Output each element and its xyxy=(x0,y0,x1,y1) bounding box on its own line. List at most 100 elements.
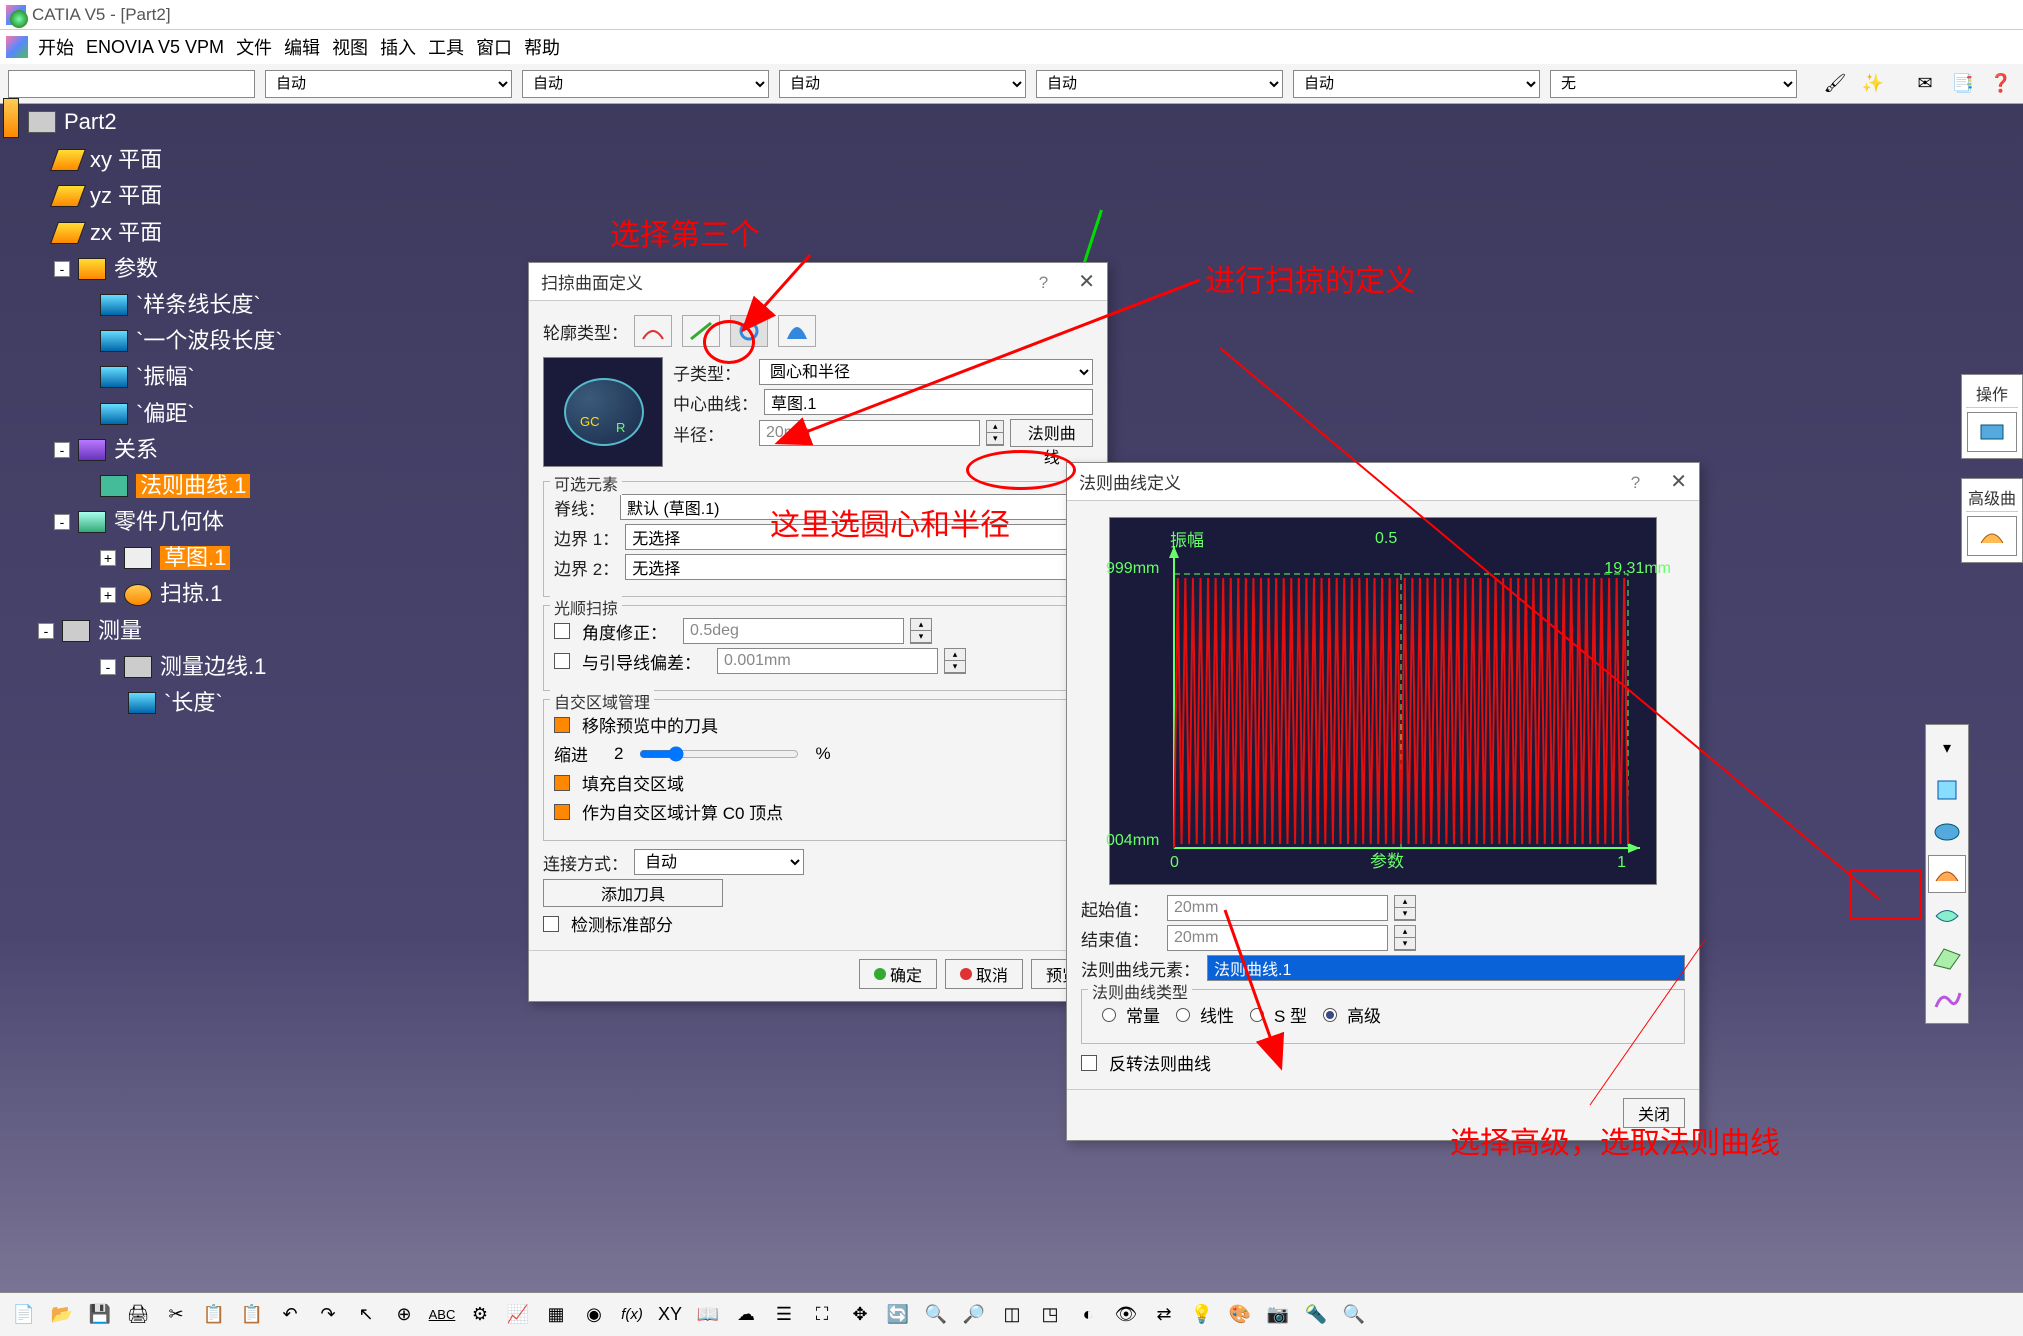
start-input[interactable] xyxy=(1167,895,1388,921)
profile-type-line[interactable] xyxy=(682,315,720,347)
wand-icon[interactable]: ✨ xyxy=(1859,72,1887,96)
tree-xy-plane[interactable]: xy 平面 xyxy=(54,148,283,172)
tree-amp[interactable]: `振幅` xyxy=(100,365,283,389)
toolbar-select-auto1[interactable]: 自动 xyxy=(265,70,512,98)
magnify-icon[interactable]: 🔍 xyxy=(1340,1301,1368,1329)
book-icon[interactable]: 📖 xyxy=(694,1301,722,1329)
blend-icon[interactable] xyxy=(1928,981,1966,1019)
guide-dev-checkbox[interactable] xyxy=(554,653,570,669)
open-icon[interactable]: 📂 xyxy=(48,1301,76,1329)
law-button[interactable]: 法则曲线 xyxy=(1010,419,1093,447)
detect-std-checkbox[interactable] xyxy=(543,916,559,932)
pan-icon[interactable]: ✥ xyxy=(846,1301,874,1329)
toolbar-select-auto3[interactable]: 自动 xyxy=(779,70,1026,98)
toolbar-select-auto4[interactable]: 自动 xyxy=(1036,70,1283,98)
tree-offset[interactable]: `偏距` xyxy=(100,402,283,426)
close-button[interactable]: 关闭 xyxy=(1623,1098,1685,1128)
menu-enovia[interactable]: ENOVIA V5 VPM xyxy=(86,37,224,58)
bound1-input[interactable] xyxy=(625,524,1082,550)
new-icon[interactable]: 📄 xyxy=(10,1301,38,1329)
revolve-icon[interactable] xyxy=(1928,813,1966,851)
spotlight-icon[interactable]: 🔦 xyxy=(1302,1301,1330,1329)
swap-icon[interactable]: ⇄ xyxy=(1150,1301,1178,1329)
sweep-dialog-titlebar[interactable]: 扫掠曲面定义 ?✕ xyxy=(529,263,1107,301)
collapse-icon[interactable]: - xyxy=(100,659,116,675)
dropdown-icon[interactable]: ▾ xyxy=(1928,729,1966,767)
spine-input[interactable] xyxy=(620,494,1082,520)
menu-insert[interactable]: 插入 xyxy=(380,34,416,60)
add-tool-button[interactable]: 添加刀具 xyxy=(543,879,723,907)
shading-icon[interactable]: 🎨 xyxy=(1226,1301,1254,1329)
menu-tools[interactable]: 工具 xyxy=(428,34,464,60)
ops-icon[interactable] xyxy=(1967,412,2017,452)
remove-preview-checkbox[interactable] xyxy=(554,717,570,733)
tree-meas-edge[interactable]: -测量边线.1 xyxy=(100,655,283,679)
cancel-button[interactable]: 取消 xyxy=(945,959,1023,989)
collapse-icon[interactable]: - xyxy=(54,442,70,458)
menu-edit[interactable]: 编辑 xyxy=(284,34,320,60)
expand-icon[interactable]: + xyxy=(100,550,116,566)
angle-corr-checkbox[interactable] xyxy=(554,623,570,639)
help-icon[interactable]: ❓ xyxy=(1987,72,2015,96)
normal-icon[interactable]: ◫ xyxy=(998,1301,1026,1329)
graph-icon[interactable]: 📈 xyxy=(504,1301,532,1329)
compute-c0-checkbox[interactable] xyxy=(554,804,570,820)
tree-root[interactable]: Part2 xyxy=(28,110,283,134)
tree-sketch[interactable]: +草图.1 xyxy=(100,546,283,570)
render-icon[interactable]: ◐ xyxy=(1074,1301,1102,1329)
tree-measure[interactable]: -测量 xyxy=(38,619,283,643)
collapse-icon[interactable]: - xyxy=(54,261,70,277)
menu-help[interactable]: 帮助 xyxy=(524,34,560,60)
law-elem-input[interactable] xyxy=(1207,955,1685,981)
toolbar-select-auto5[interactable]: 自动 xyxy=(1293,70,1540,98)
menu-view[interactable]: 视图 xyxy=(332,34,368,60)
profile-type-explicit[interactable] xyxy=(634,315,672,347)
hide-icon[interactable]: 👁 xyxy=(1112,1301,1140,1329)
select-icon[interactable]: ↖ xyxy=(352,1301,380,1329)
tree-length[interactable]: `长度` xyxy=(128,691,283,715)
print-icon[interactable]: 🖨 xyxy=(124,1301,152,1329)
copy-icon[interactable]: 📋 xyxy=(200,1301,228,1329)
gears-icon[interactable]: ⚙ xyxy=(466,1301,494,1329)
radio-stype[interactable] xyxy=(1250,1008,1264,1022)
fx-icon[interactable]: f(x) xyxy=(618,1301,646,1329)
collapse-icon[interactable]: - xyxy=(38,623,54,639)
fog-icon[interactable]: ☁ xyxy=(732,1301,760,1329)
close-icon[interactable]: ✕ xyxy=(1670,471,1687,493)
tree-spline-len[interactable]: `样条线长度` xyxy=(100,293,283,317)
help-icon[interactable]: ? xyxy=(1039,273,1048,292)
tree-wave-len[interactable]: `一个波段长度` xyxy=(100,329,283,353)
radio-advanced[interactable] xyxy=(1323,1008,1337,1022)
tree-sweep[interactable]: +扫掠.1 xyxy=(100,582,283,606)
xy-icon[interactable]: XY xyxy=(656,1301,684,1329)
menu-start[interactable]: 开始 xyxy=(38,34,74,60)
tree-yz-plane[interactable]: yz 平面 xyxy=(54,184,283,208)
abc-icon[interactable]: ABC xyxy=(428,1301,456,1329)
advcurve-icon[interactable] xyxy=(1967,516,2017,556)
ok-button[interactable]: 确定 xyxy=(859,959,937,989)
profile-type-conic[interactable] xyxy=(778,315,816,347)
radius-input[interactable] xyxy=(759,420,980,446)
center-curve-input[interactable] xyxy=(764,389,1093,415)
zoomin-icon[interactable]: 🔍 xyxy=(922,1301,950,1329)
brush-icon[interactable]: 🖌 xyxy=(1821,72,1849,96)
paste-icon[interactable]: 📋 xyxy=(238,1301,266,1329)
tree-law[interactable]: 法则曲线.1 xyxy=(100,474,283,498)
left-tool-strip[interactable] xyxy=(3,98,19,138)
shrink-slider[interactable] xyxy=(639,746,799,762)
tree-zx-plane[interactable]: zx 平面 xyxy=(54,221,283,245)
cut-icon[interactable]: ✂ xyxy=(162,1301,190,1329)
radio-const[interactable] xyxy=(1102,1008,1116,1022)
list-icon[interactable]: ☰ xyxy=(770,1301,798,1329)
extrude-icon[interactable] xyxy=(1928,771,1966,809)
redo-icon[interactable]: ↷ xyxy=(314,1301,342,1329)
zoomout-icon[interactable]: 🔎 xyxy=(960,1301,988,1329)
undo-icon[interactable]: ↶ xyxy=(276,1301,304,1329)
guide-spinner[interactable]: ▴▾ xyxy=(944,648,966,674)
layers-icon[interactable]: 📑 xyxy=(1949,72,1977,96)
tree-relations[interactable]: -关系 xyxy=(54,438,283,462)
connect-select[interactable]: 自动 xyxy=(634,849,804,875)
help-icon[interactable]: ? xyxy=(1631,473,1640,492)
toolbar-select-none[interactable]: 无 xyxy=(1550,70,1797,98)
center-icon[interactable]: ⊕ xyxy=(390,1301,418,1329)
